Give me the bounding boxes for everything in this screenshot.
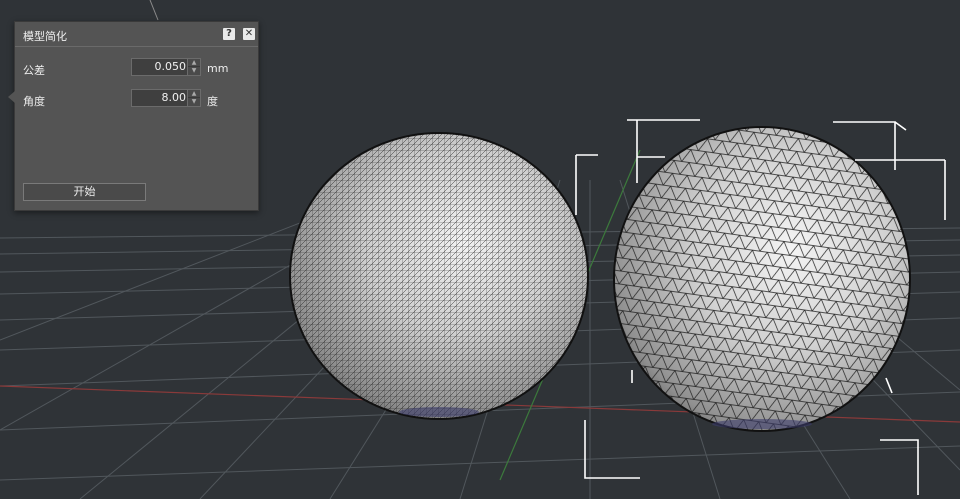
angle-label: 角度: [23, 95, 45, 108]
tolerance-decrement-icon[interactable]: ▼: [188, 67, 200, 75]
angle-stepper[interactable]: ▲ ▼: [187, 90, 200, 106]
sphere-original-mesh[interactable]: [289, 132, 589, 420]
tolerance-stepper[interactable]: ▲ ▼: [187, 59, 200, 75]
tolerance-spinbox[interactable]: 0.050 ▲ ▼: [131, 58, 201, 76]
dialog-title: 模型简化: [23, 30, 67, 43]
angle-unit: 度: [207, 95, 218, 108]
angle-input[interactable]: 8.00: [132, 90, 188, 106]
help-button[interactable]: ?: [223, 28, 235, 40]
start-button[interactable]: 开始: [23, 183, 146, 201]
dialog-titlebar[interactable]: 模型简化 ? ✕: [15, 22, 258, 47]
model-simplify-dialog: 模型简化 ? ✕ 公差 0.050 ▲ ▼ mm 角度 8.00 ▲ ▼ 度 开…: [8, 21, 259, 211]
close-button[interactable]: ✕: [243, 28, 255, 40]
tolerance-increment-icon[interactable]: ▲: [188, 59, 200, 67]
angle-decrement-icon[interactable]: ▼: [188, 98, 200, 106]
angle-spinbox[interactable]: 8.00 ▲ ▼: [131, 89, 201, 107]
tolerance-unit: mm: [207, 62, 229, 75]
tolerance-label: 公差: [23, 64, 45, 77]
angle-increment-icon[interactable]: ▲: [188, 90, 200, 98]
dialog-pointer: [8, 91, 15, 103]
tolerance-input[interactable]: 0.050: [132, 59, 188, 75]
